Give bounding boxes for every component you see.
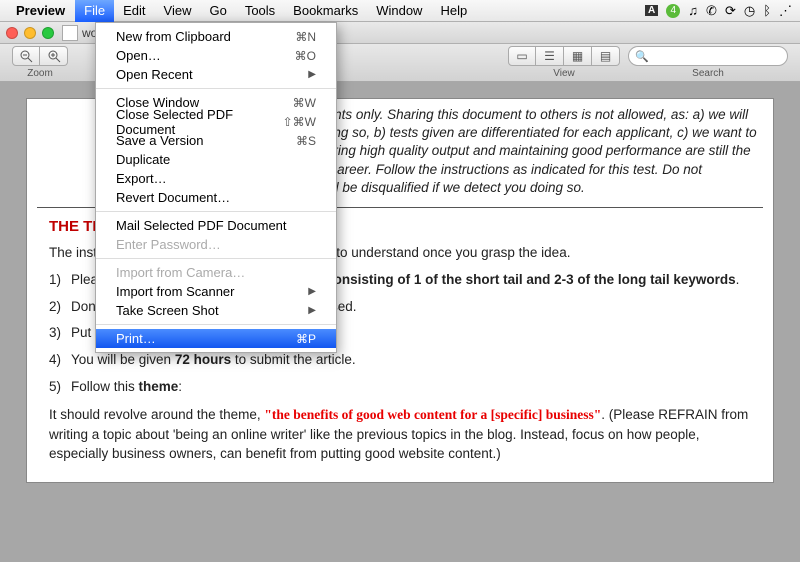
list-item: 5) Follow this theme:: [49, 378, 751, 397]
adobe-icon[interactable]: A: [645, 5, 658, 16]
menu-item-label: Mail Selected PDF Document: [116, 218, 316, 233]
theme-lead: It should revolve around the theme,: [49, 407, 264, 422]
list-number: 4): [49, 351, 61, 370]
menu-shortcut: ⌘S: [296, 134, 316, 148]
app-name[interactable]: Preview: [16, 3, 65, 18]
wifi-icon[interactable]: ⋰: [779, 3, 792, 19]
search-group: 🔍 Search: [628, 46, 788, 79]
menu-item-label: Revert Document…: [116, 190, 316, 205]
zoom-button[interactable]: [42, 27, 54, 39]
menu-item-open[interactable]: Open…⌘O: [96, 46, 336, 65]
traffic-lights: [6, 27, 54, 39]
menu-item-print[interactable]: Print…⌘P: [96, 329, 336, 348]
theme-highlight: "the benefits of good web content for a …: [264, 407, 601, 422]
menu-item-close-selected-pdf-document[interactable]: Close Selected PDF Document⇧⌘W: [96, 112, 336, 131]
menu-go[interactable]: Go: [200, 0, 235, 22]
menu-separator: [96, 211, 336, 212]
list-item: 4) You will be given 72 hours to submit t…: [49, 351, 751, 370]
menu-shortcut: ⌘O: [295, 49, 316, 63]
view-mode-1[interactable]: ▭: [508, 46, 536, 66]
menu-shortcut: ⌘P: [296, 332, 316, 346]
search-label: Search: [692, 68, 724, 79]
menu-shortcut: ⌘W: [293, 96, 316, 110]
phone-icon[interactable]: ✆: [706, 3, 717, 19]
menu-item-label: Duplicate: [116, 152, 316, 167]
list-text: Follow this theme:: [71, 379, 182, 394]
sync-icon[interactable]: ⟳: [725, 3, 736, 19]
zoom-in-button[interactable]: [40, 46, 68, 66]
menubar-status: A 4 ♫ ✆ ⟳ ◷ ᛒ ⋰: [645, 3, 792, 19]
menu-item-take-screen-shot[interactable]: Take Screen Shot▶: [96, 301, 336, 320]
menu-item-export[interactable]: Export…: [96, 169, 336, 188]
minimize-button[interactable]: [24, 27, 36, 39]
menu-file[interactable]: File: [75, 0, 114, 22]
menu-item-new-from-clipboard[interactable]: New from Clipboard⌘N: [96, 27, 336, 46]
menu-bookmarks[interactable]: Bookmarks: [284, 0, 367, 22]
document-icon: [62, 25, 78, 41]
file-menu-dropdown: New from Clipboard⌘NOpen…⌘OOpen Recent▶C…: [95, 22, 337, 353]
close-button[interactable]: [6, 27, 18, 39]
music-icon[interactable]: ♫: [688, 3, 698, 18]
search-input[interactable]: 🔍: [628, 46, 788, 66]
zoom-out-button[interactable]: [12, 46, 40, 66]
view-mode-2[interactable]: ☰: [536, 46, 564, 66]
menu-separator: [96, 88, 336, 89]
menu-item-revert-document[interactable]: Revert Document…: [96, 188, 336, 207]
submenu-arrow-icon: ▶: [308, 69, 316, 80]
menu-item-label: New from Clipboard: [116, 29, 295, 44]
menu-shortcut: ⌘N: [295, 30, 316, 44]
menubar: Preview File Edit View Go Tools Bookmark…: [0, 0, 800, 22]
menu-item-label: Take Screen Shot: [116, 303, 308, 318]
submenu-arrow-icon: ▶: [308, 305, 316, 316]
menu-item-import-from-camera: Import from Camera…: [96, 263, 336, 282]
view-mode-4[interactable]: ▤: [592, 46, 620, 66]
view-label: View: [553, 68, 575, 79]
view-mode-3[interactable]: ▦: [564, 46, 592, 66]
menu-shortcut: ⇧⌘W: [283, 115, 316, 129]
menu-item-import-from-scanner[interactable]: Import from Scanner▶: [96, 282, 336, 301]
menu-tools[interactable]: Tools: [236, 0, 284, 22]
menu-window[interactable]: Window: [367, 0, 431, 22]
list-text: You will be given 72 hours to submit the…: [71, 352, 356, 367]
menu-view[interactable]: View: [155, 0, 201, 22]
menu-separator: [96, 324, 336, 325]
zoom-group: Zoom: [12, 46, 68, 79]
menu-item-label: Export…: [116, 171, 316, 186]
submenu-arrow-icon: ▶: [308, 286, 316, 297]
search-icon: 🔍: [635, 50, 649, 63]
list-number: 1): [49, 271, 61, 290]
menu-help[interactable]: Help: [431, 0, 476, 22]
view-group: ▭ ☰ ▦ ▤ View: [508, 46, 620, 79]
itunes-count[interactable]: 4: [666, 4, 680, 18]
menu-item-duplicate[interactable]: Duplicate: [96, 150, 336, 169]
list-number: 2): [49, 298, 61, 317]
menu-item-label: Open…: [116, 48, 295, 63]
menu-item-label: Print…: [116, 331, 296, 346]
list-number: 3): [49, 324, 61, 343]
menu-item-label: Close Selected PDF Document: [116, 107, 283, 137]
menu-item-mail-selected-pdf-document[interactable]: Mail Selected PDF Document: [96, 216, 336, 235]
menu-item-label: Enter Password…: [116, 237, 316, 252]
menu-item-save-a-version[interactable]: Save a Version⌘S: [96, 131, 336, 150]
list-number: 5): [49, 378, 61, 397]
menu-item-enter-password: Enter Password…: [96, 235, 336, 254]
theme-para: It should revolve around the theme, "the…: [49, 405, 751, 464]
zoom-label: Zoom: [27, 68, 53, 79]
menu-item-open-recent[interactable]: Open Recent▶: [96, 65, 336, 84]
menu-item-label: Import from Scanner: [116, 284, 308, 299]
menu-item-label: Open Recent: [116, 67, 308, 82]
menu-item-label: Save a Version: [116, 133, 296, 148]
menu-edit[interactable]: Edit: [114, 0, 154, 22]
menu-item-label: Import from Camera…: [116, 265, 316, 280]
time-machine-icon[interactable]: ◷: [744, 3, 755, 19]
menu-separator: [96, 258, 336, 259]
bluetooth-icon[interactable]: ᛒ: [763, 3, 771, 18]
